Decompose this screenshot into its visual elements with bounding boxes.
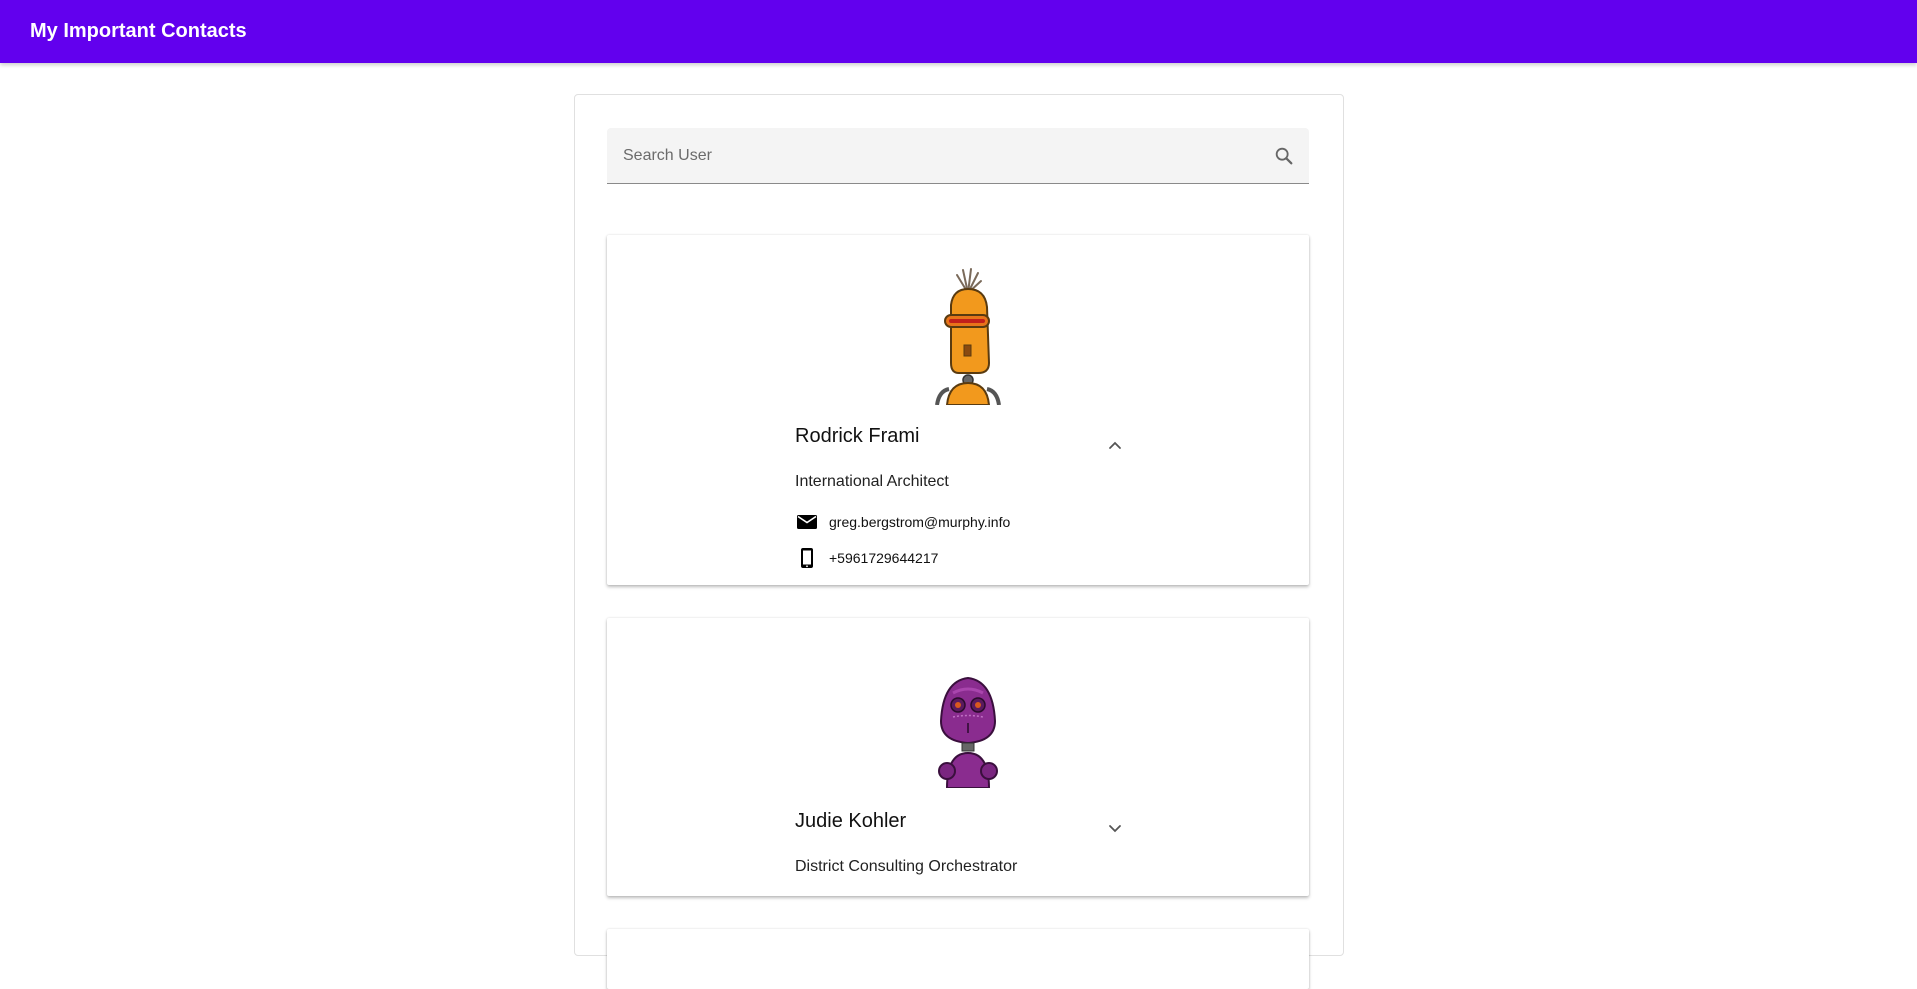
purple-robot-avatar (938, 676, 998, 788)
app-bar: My Important Contacts (0, 0, 1917, 63)
contact-job-title: International Architect (795, 473, 949, 490)
mail-icon (797, 515, 817, 529)
app-title: My Important Contacts (30, 20, 247, 42)
contact-name: Rodrick Frami (795, 425, 920, 447)
chevron-up-icon[interactable] (1103, 434, 1127, 458)
phone-row: +5961729644217 (795, 546, 938, 570)
contact-phone[interactable]: +5961729644217 (829, 550, 938, 566)
contact-job-title: District Consulting Orchestrator (795, 858, 1018, 875)
email-row: greg.bergstrom@murphy.info (795, 510, 1010, 534)
search-input[interactable] (607, 128, 1247, 183)
contact-card[interactable] (607, 929, 1309, 989)
contact-card[interactable]: Judie Kohler District Consulting Orchest… (607, 618, 1309, 896)
contact-email[interactable]: greg.bergstrom@murphy.info (829, 514, 1010, 530)
contact-card[interactable]: Rodrick Frami International Architect gr… (607, 235, 1309, 585)
contacts-panel: Rodrick Frami International Architect gr… (574, 94, 1344, 989)
chevron-down-icon[interactable] (1103, 816, 1127, 840)
search-icon[interactable] (1273, 145, 1295, 167)
orange-robot-avatar (935, 268, 1001, 405)
contact-name: Judie Kohler (795, 810, 907, 832)
smartphone-icon (801, 548, 813, 568)
search-field[interactable] (607, 128, 1309, 184)
